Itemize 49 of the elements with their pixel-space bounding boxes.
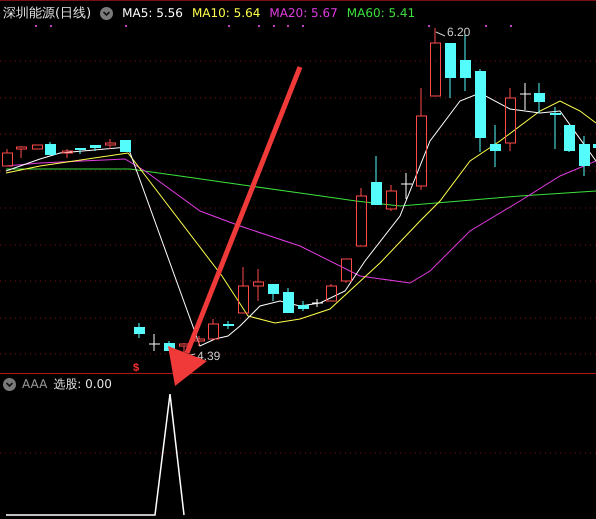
candlestick: [90, 144, 101, 152]
candlestick: [298, 300, 309, 312]
moving-average-label: MA10: 5.64: [192, 6, 260, 20]
candlestick: [550, 106, 561, 150]
candlestick: [534, 82, 545, 114]
candlestick: [208, 318, 219, 340]
candlestick: [400, 172, 412, 200]
candlestick: [238, 266, 249, 314]
candlestick: [148, 334, 160, 352]
candlestick: [62, 148, 73, 158]
candlestick: [16, 146, 27, 158]
moving-average-label: MA60: 5.41: [346, 6, 416, 20]
signal-mark: $: [133, 362, 140, 373]
candlestick: [593, 144, 596, 148]
candlestick: [312, 298, 324, 308]
candlestick: [283, 288, 294, 314]
candlestick: [120, 140, 131, 152]
stock-title: 深圳能源(日线): [3, 5, 92, 22]
candlestick: [253, 268, 264, 302]
candlestick: [341, 258, 352, 284]
chevron-down-icon[interactable]: [100, 6, 114, 20]
candlestick: [579, 136, 590, 176]
candlestick: [490, 124, 501, 168]
candlestick: [564, 124, 575, 152]
indicator-reading: 选股: 0.00: [53, 376, 112, 392]
chevron-down-icon[interactable]: [3, 378, 16, 390]
candlestick: [356, 188, 367, 246]
candlestick: [430, 28, 441, 96]
candlestick: [505, 88, 516, 152]
indicator-name: AAA: [22, 377, 48, 391]
candlestick: [326, 284, 337, 302]
candlestick: [2, 148, 13, 166]
high-price-label: 6.20: [447, 25, 470, 39]
candlestick: [371, 156, 382, 206]
candlestick: [194, 336, 205, 346]
candlestick: [445, 42, 456, 98]
moving-average-label: MA20: 5.67: [269, 6, 338, 20]
candlestick: [520, 82, 532, 110]
candlestick: [223, 320, 234, 330]
candlestick: [105, 138, 116, 150]
leader-line: [436, 32, 446, 36]
candlestick: [75, 148, 86, 154]
candlestick: [32, 144, 43, 150]
low-price-label: 4.39: [197, 349, 220, 363]
candlestick: [268, 284, 279, 302]
moving-average-label: MA5: 5.56: [122, 6, 183, 20]
candlestick: [45, 142, 56, 156]
candlestick: [386, 184, 397, 212]
candlestick: [134, 322, 145, 338]
